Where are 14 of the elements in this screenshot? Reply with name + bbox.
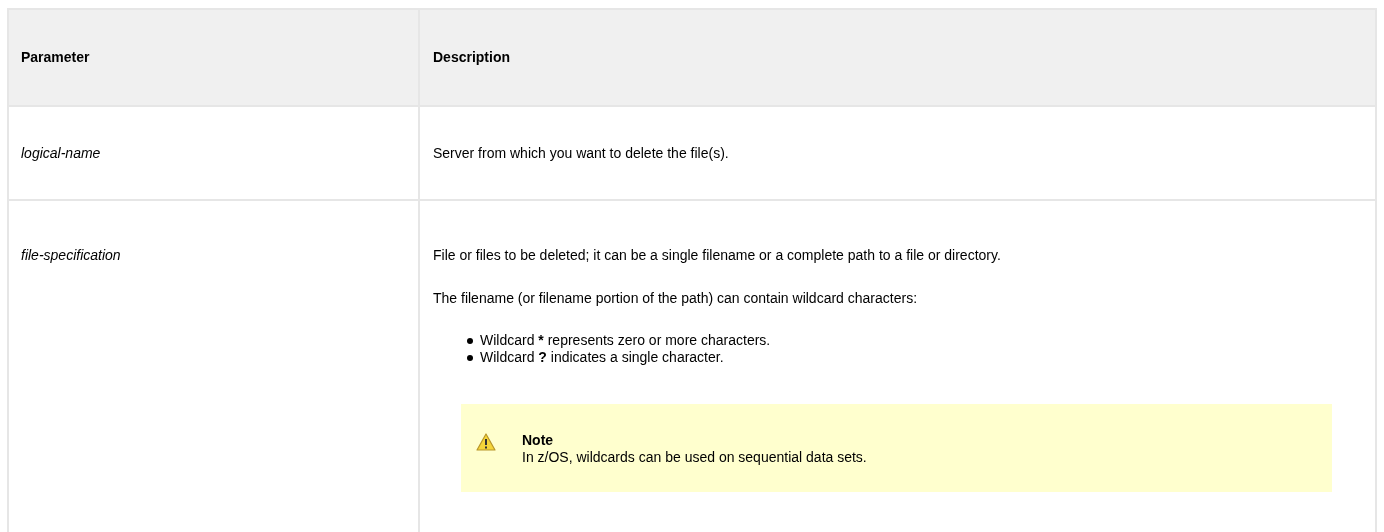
warning-icon (476, 433, 496, 451)
list-item: Wildcard ? indicates a single character. (480, 348, 724, 367)
bullet-icon (467, 354, 473, 361)
bullet-icon (467, 337, 473, 344)
description-text: The filename (or filename portion of the path) can contain wildcard characters: (433, 289, 919, 308)
description-text: Server from which you want to delete the file(s). (433, 144, 730, 163)
note-text: In z/OS, wildcards can be used on sequential data sets. (522, 449, 867, 466)
column-header: Description (419, 9, 1376, 106)
column-header: Parameter (8, 9, 419, 106)
parameter-name: logical-name (21, 145, 101, 161)
note-title: Note (522, 432, 555, 449)
description-text: File or files to be deleted; it can be a single filename or a complete path to a file or directory. (433, 246, 1002, 265)
parameter-name: file-specification (21, 247, 121, 263)
list-item: Wildcard * represents zero or more characters. (480, 331, 771, 350)
